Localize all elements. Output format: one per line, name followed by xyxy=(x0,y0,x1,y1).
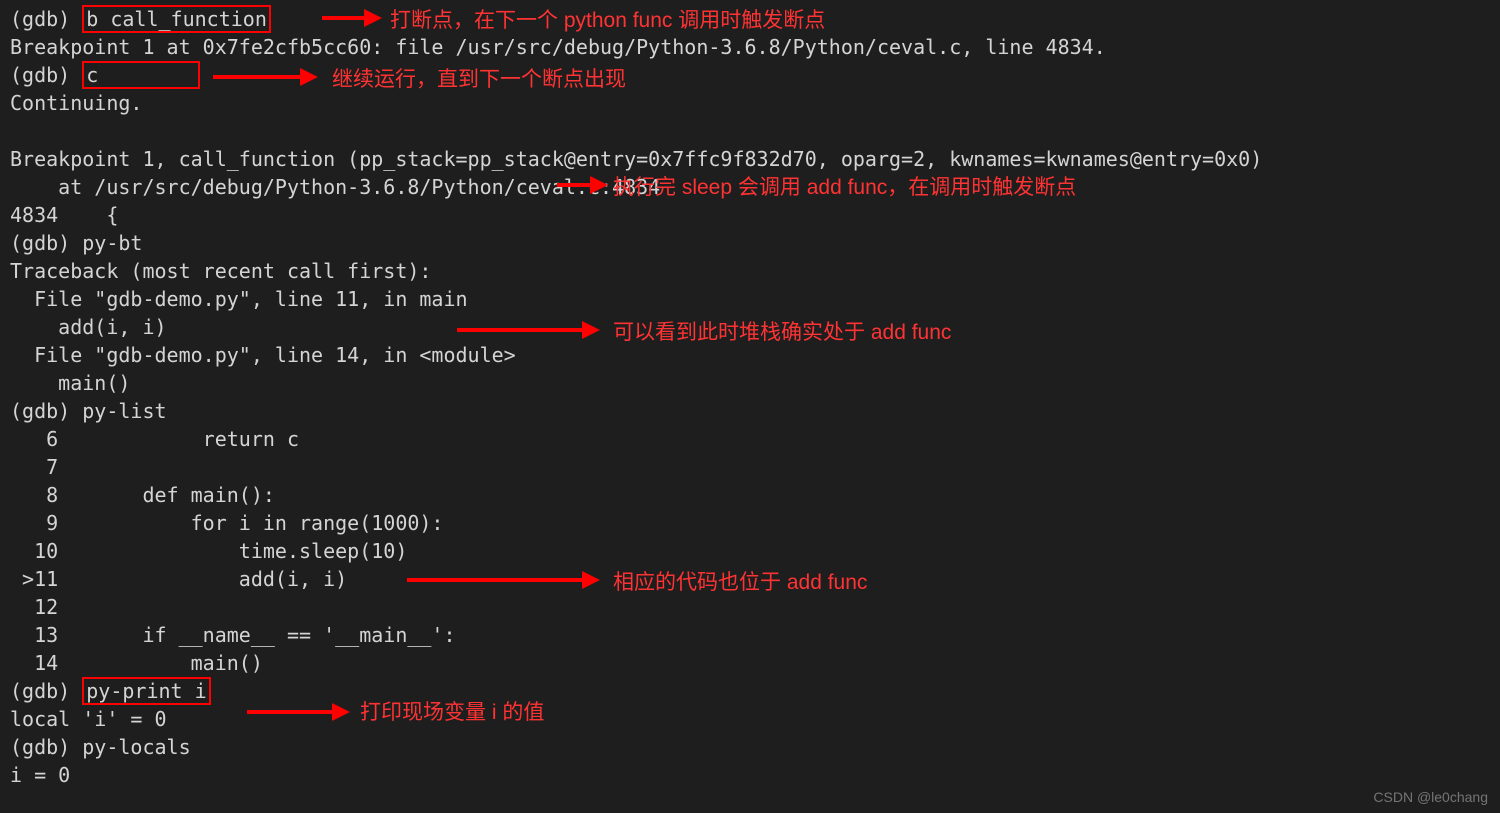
annotation-print-var: 打印现场变量 i 的值 xyxy=(360,698,544,727)
terminal-output-line: 10 time.sleep(10) xyxy=(10,537,1490,565)
annotation-continue: 继续运行，直到下一个断点出现 xyxy=(332,65,626,94)
annotation-code-location: 相应的代码也位于 add func xyxy=(613,568,867,597)
terminal-output-line: Continuing. xyxy=(10,89,1490,117)
terminal-output-line: 9 for i in range(1000): xyxy=(10,509,1490,537)
highlighted-command-1: b call_function xyxy=(82,5,271,33)
terminal-output-line: main() xyxy=(10,369,1490,397)
terminal-output-line: 14 main() xyxy=(10,649,1490,677)
terminal-output-line: Breakpoint 1, call_function (pp_stack=pp… xyxy=(10,145,1490,173)
annotation-sleep-add: 执行完 sleep 会调用 add func，在调用时触发断点 xyxy=(613,173,1076,202)
terminal-output-line: File "gdb-demo.py", line 11, in main xyxy=(10,285,1490,313)
terminal-output-line: i = 0 xyxy=(10,761,1490,789)
gdb-line-pyprint-cmd: (gdb) py-print i xyxy=(10,677,1490,705)
gdb-line-pylist-cmd: (gdb) py-list xyxy=(10,397,1490,425)
gdb-prompt: (gdb) xyxy=(10,63,82,87)
gdb-prompt: (gdb) xyxy=(10,735,82,759)
terminal-output-line: 13 if __name__ == '__main__': xyxy=(10,621,1490,649)
gdb-prompt: (gdb) xyxy=(10,7,82,31)
annotation-stack: 可以看到此时堆栈确实处于 add func xyxy=(613,318,951,347)
annotation-breakpoint: 打断点，在下一个 python func 调用时触发断点 xyxy=(390,6,825,35)
terminal-output-line: 6 return c xyxy=(10,425,1490,453)
terminal-output-line: 8 def main(): xyxy=(10,481,1490,509)
watermark-text: CSDN @le0chang xyxy=(1373,788,1488,808)
highlighted-command-2: c xyxy=(82,61,200,89)
terminal-blank-line xyxy=(10,117,1490,145)
terminal-output-line: 4834 { xyxy=(10,201,1490,229)
gdb-prompt: (gdb) xyxy=(10,399,82,423)
terminal-output-line: local 'i' = 0 xyxy=(10,705,1490,733)
terminal-output-line: Traceback (most recent call first): xyxy=(10,257,1490,285)
gdb-line-pylocals-cmd: (gdb) py-locals xyxy=(10,733,1490,761)
gdb-prompt: (gdb) xyxy=(10,679,82,703)
terminal-output-line: Breakpoint 1 at 0x7fe2cfb5cc60: file /us… xyxy=(10,33,1490,61)
gdb-line-pybt-cmd: (gdb) py-bt xyxy=(10,229,1490,257)
highlighted-command-3: py-print i xyxy=(82,677,210,705)
gdb-prompt: (gdb) xyxy=(10,231,82,255)
terminal-output-line: 7 xyxy=(10,453,1490,481)
